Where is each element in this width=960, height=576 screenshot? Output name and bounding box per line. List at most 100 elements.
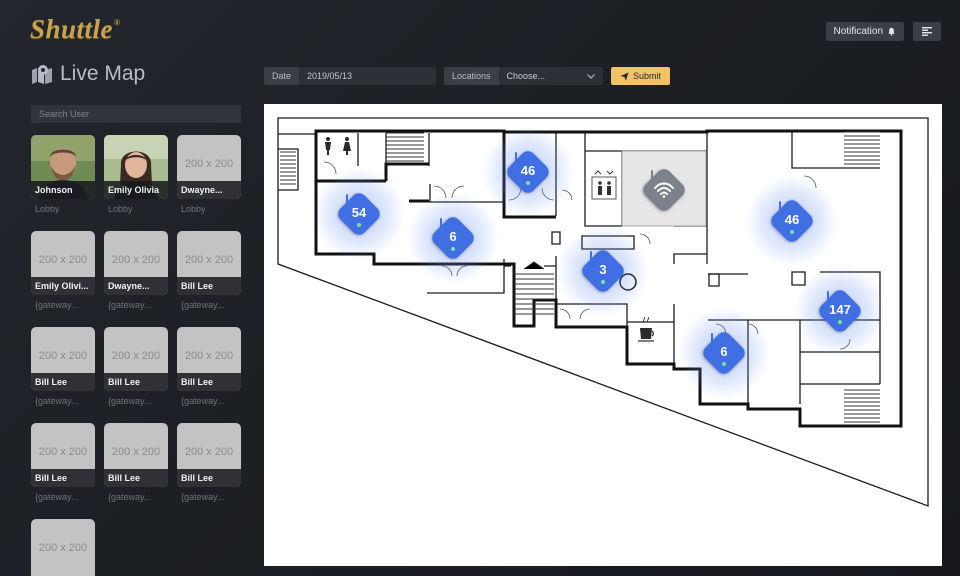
placeholder-text: 200 x 200 bbox=[38, 542, 88, 554]
user-location: {gateway... bbox=[35, 300, 79, 310]
online-dot bbox=[838, 320, 842, 324]
user-name: Bill Lee bbox=[31, 469, 95, 487]
user-name: Bill Lee bbox=[104, 373, 168, 391]
user-location: Lobby bbox=[35, 204, 60, 214]
online-dot bbox=[790, 230, 794, 234]
user-card[interactable]: 200 x 200 Bill Lee {gateway... bbox=[31, 327, 95, 406]
antenna-icon bbox=[779, 201, 781, 211]
user-location: {gateway... bbox=[108, 396, 152, 406]
user-photo: 200 x 200 Dwayne... bbox=[177, 135, 241, 199]
search-user-input[interactable] bbox=[31, 105, 241, 123]
locations-value: Choose... bbox=[506, 71, 546, 81]
antenna-icon bbox=[515, 152, 517, 162]
header-actions: Notification bbox=[825, 22, 941, 41]
align-left-icon bbox=[922, 27, 932, 36]
date-input[interactable]: 2019/05/13 bbox=[299, 67, 436, 85]
user-photo: 200 x 200 Bill Lee bbox=[31, 327, 95, 391]
placeholder-text: 200 x 200 bbox=[111, 446, 161, 458]
antenna-icon bbox=[827, 291, 829, 301]
user-name: Bill Lee bbox=[104, 469, 168, 487]
user-name: Bill Lee bbox=[177, 373, 241, 391]
user-name: Emily Olivia bbox=[104, 181, 168, 199]
antenna-icon bbox=[651, 170, 653, 180]
user-photo: 200 x 200 Bill Lee bbox=[177, 327, 241, 391]
online-dot bbox=[357, 223, 361, 227]
user-photo: 200 x 200 Bill Lee bbox=[177, 423, 241, 487]
antenna-icon bbox=[440, 218, 442, 228]
user-location: {gateway... bbox=[108, 492, 152, 502]
antenna-icon bbox=[590, 251, 592, 261]
user-photo: 200 x 200 Bill Lee bbox=[104, 423, 168, 487]
user-name: Bill Lee bbox=[31, 373, 95, 391]
send-icon bbox=[620, 71, 629, 81]
locations-filter: Locations Choose... bbox=[444, 67, 603, 85]
placeholder-text: 200 x 200 bbox=[184, 446, 234, 458]
user-card[interactable]: 200 x 200 bbox=[31, 519, 95, 576]
user-photo: 200 x 200 Bill Lee bbox=[31, 423, 95, 487]
user-card[interactable]: 200 x 200 Dwayne... {gateway... bbox=[104, 231, 168, 310]
user-location: {gateway... bbox=[181, 492, 225, 502]
sensor-count: 147 bbox=[829, 302, 851, 317]
placeholder-text: 200 x 200 bbox=[184, 158, 234, 170]
user-location: Lobby bbox=[108, 204, 133, 214]
user-card[interactable]: Emily Olivia Lobby bbox=[104, 135, 168, 214]
locations-label: Locations bbox=[444, 67, 499, 85]
user-card[interactable]: 200 x 200 Emily Olivi... {gateway... bbox=[31, 231, 95, 310]
page-title: Live Map bbox=[31, 62, 145, 86]
placeholder-text: 200 x 200 bbox=[184, 254, 234, 266]
submit-label: Submit bbox=[633, 71, 662, 81]
user-location: {gateway... bbox=[108, 300, 152, 310]
user-location: {gateway... bbox=[35, 396, 79, 406]
shuttle-logo: Shuttle® bbox=[30, 14, 121, 45]
bell-icon bbox=[888, 27, 895, 36]
user-name: Dwayne... bbox=[177, 181, 241, 199]
date-filter: Date 2019/05/13 bbox=[264, 67, 436, 85]
filter-bar: Date 2019/05/13 Locations Choose... Subm… bbox=[264, 67, 671, 85]
placeholder-text: 200 x 200 bbox=[38, 254, 88, 266]
sensor-count: 6 bbox=[720, 344, 728, 359]
user-location: {gateway... bbox=[181, 300, 225, 310]
placeholder-text: 200 x 200 bbox=[111, 254, 161, 266]
user-photo: Johnson bbox=[31, 135, 95, 199]
submit-button[interactable]: Submit bbox=[611, 67, 671, 85]
placeholder-text: 200 x 200 bbox=[38, 350, 88, 362]
user-name: Emily Olivi... bbox=[31, 277, 95, 295]
online-dot bbox=[451, 247, 455, 251]
user-photo: 200 x 200 Bill Lee bbox=[104, 327, 168, 391]
user-card[interactable]: 200 x 200 Dwayne... Lobby bbox=[177, 135, 241, 214]
sensor-count: 46 bbox=[520, 163, 536, 178]
user-card[interactable]: 200 x 200 Bill Lee {gateway... bbox=[177, 327, 241, 406]
date-label: Date bbox=[264, 67, 300, 85]
user-name: Bill Lee bbox=[177, 277, 241, 295]
user-location: {gateway... bbox=[35, 492, 79, 502]
notification-button[interactable]: Notification bbox=[825, 22, 904, 41]
menu-toggle-button[interactable] bbox=[913, 22, 941, 41]
user-name: Dwayne... bbox=[104, 277, 168, 295]
sensor-count: 46 bbox=[784, 212, 800, 227]
user-card[interactable]: 200 x 200 Bill Lee {gateway... bbox=[104, 327, 168, 406]
online-dot bbox=[526, 181, 530, 185]
placeholder-text: 200 x 200 bbox=[38, 446, 88, 458]
user-photo: 200 x 200 Bill Lee bbox=[177, 231, 241, 295]
floor-plan-map[interactable]: 54 6 46 3 46 147 6 bbox=[264, 104, 942, 566]
user-name: Johnson bbox=[31, 181, 95, 199]
locations-select[interactable]: Choose... bbox=[498, 67, 603, 85]
registered-mark: ® bbox=[114, 18, 121, 27]
user-photo: 200 x 200 Emily Olivi... bbox=[31, 231, 95, 295]
user-card[interactable]: 200 x 200 Bill Lee {gateway... bbox=[177, 423, 241, 502]
user-card[interactable]: 200 x 200 Bill Lee {gateway... bbox=[31, 423, 95, 502]
sensor-count: 6 bbox=[449, 229, 457, 244]
antenna-icon bbox=[711, 333, 713, 343]
user-photo: 200 x 200 bbox=[31, 519, 95, 576]
antenna-icon bbox=[346, 194, 348, 204]
sensor-count: 3 bbox=[599, 262, 607, 277]
online-dot bbox=[601, 280, 605, 284]
user-photo: Emily Olivia bbox=[104, 135, 168, 199]
user-card[interactable]: 200 x 200 Bill Lee {gateway... bbox=[177, 231, 241, 310]
wifi-icon bbox=[654, 182, 674, 198]
user-card[interactable]: Johnson Lobby bbox=[31, 135, 95, 214]
user-location: Lobby bbox=[181, 204, 206, 214]
placeholder-text: 200 x 200 bbox=[184, 350, 234, 362]
user-name: Bill Lee bbox=[177, 469, 241, 487]
user-card[interactable]: 200 x 200 Bill Lee {gateway... bbox=[104, 423, 168, 502]
